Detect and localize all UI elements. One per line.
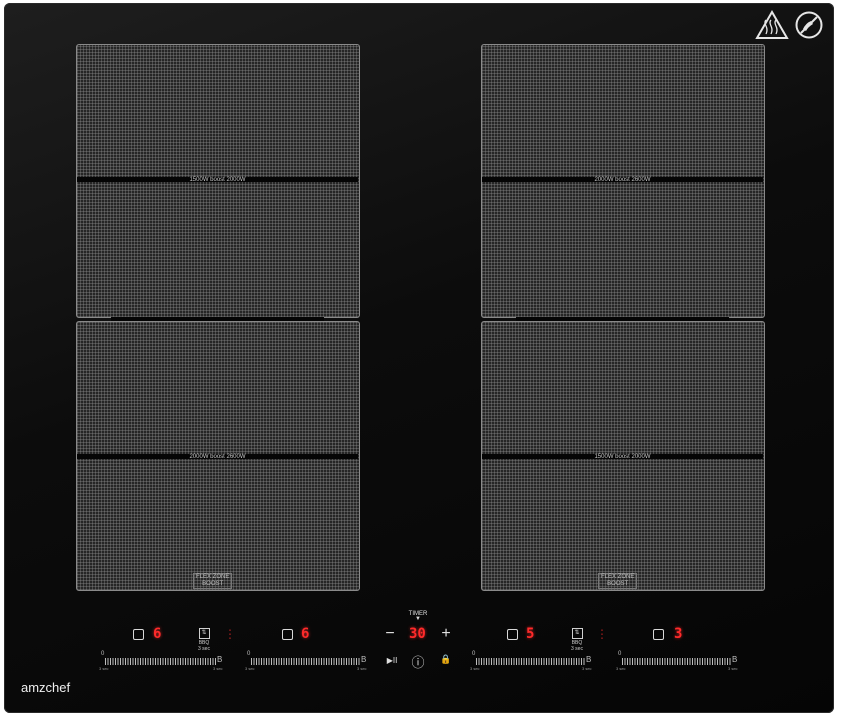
zone-4-power-level: 3 (674, 626, 683, 642)
power-slider-zone-2[interactable] (251, 658, 361, 665)
slider-1-hold-text: 3 sec (99, 666, 109, 671)
slider-2-max-hold-text: 3 sec (357, 666, 367, 671)
zone-power-label: 1500W boost 2000W (189, 177, 246, 183)
bbq-icon: ⇅ (198, 628, 210, 639)
zone-power-label: 2000W boost 2600W (594, 177, 651, 183)
hot-surface-warning-icon (755, 10, 789, 39)
bbq-left-indicator: --- (229, 628, 231, 642)
slider-4-min: 0 (618, 651, 622, 657)
power-slider-zone-3[interactable] (476, 658, 586, 665)
boost-text: BOOST (607, 581, 629, 587)
slider-4-max-hold-text: 3 sec (728, 666, 738, 671)
bbq-right-indicator: --- (601, 628, 603, 642)
zone-4-select-button[interactable] (653, 629, 664, 640)
brand-logo: amzchef (21, 680, 71, 695)
boost-text: BOOST (202, 581, 224, 587)
zone-power-label: 1500W boost 2000W (594, 454, 651, 460)
slider-1-min: 0 (101, 651, 105, 657)
power-slider-zone-1[interactable] (105, 658, 217, 665)
slider-4-max: B (732, 655, 738, 664)
timer-minus-button[interactable]: − (382, 625, 398, 643)
slider-3-max: B (586, 655, 592, 664)
timer-plus-button[interactable]: + (438, 625, 454, 643)
slider-1-max: B (217, 655, 223, 664)
bbq-sub: 3 sec (571, 646, 583, 652)
zone-3-select-button[interactable] (507, 629, 518, 640)
zone-3-power-level: 5 (526, 626, 535, 642)
play-pause-button[interactable]: ▶II (383, 656, 401, 665)
timer-value: 30 (409, 626, 426, 642)
slider-3-max-hold-text: 3 sec (582, 666, 592, 671)
slider-2-max: B (361, 655, 367, 664)
slider-1-max-hold-text: 3 sec (213, 666, 223, 671)
control-panel: 6 ⇅ BBQ 3 sec --- 6 TIMER ▼ − 30 + 5 ⇅ B… (4, 605, 834, 713)
slider-2-hold-text: 3 sec (245, 666, 255, 671)
bbq-icon: ⇅ (571, 628, 583, 639)
zone-1-select-button[interactable] (133, 629, 144, 640)
slider-4-hold-text: 3 sec (616, 666, 626, 671)
flex-zone-badge: FLEX ZONE BOOST (598, 573, 638, 589)
zone-power-label: 2000W boost 2600W (189, 454, 246, 460)
lock-button[interactable]: 🔒 (438, 654, 454, 665)
flex-zone-text: FLEX ZONE (601, 574, 635, 580)
timer-arrow-icon: ▼ (415, 616, 421, 622)
bbq-sub: 3 sec (198, 646, 210, 652)
bbq-button-left[interactable]: ⇅ BBQ 3 sec (196, 628, 212, 652)
flex-zone-badge: FLEX ZONE BOOST (193, 573, 233, 589)
zone-2-select-button[interactable] (282, 629, 293, 640)
bbq-button-right[interactable]: ⇅ BBQ 3 sec (569, 628, 585, 652)
zone-1-power-level: 6 (153, 626, 162, 642)
slider-2-min: 0 (247, 651, 251, 657)
slider-3-min: 0 (472, 651, 476, 657)
slider-3-hold-text: 3 sec (470, 666, 480, 671)
zone-2-power-level: 6 (301, 626, 310, 642)
do-not-touch-icon (795, 11, 823, 39)
flex-zone-text: FLEX ZONE (196, 574, 230, 580)
power-button[interactable]: ⓘ (409, 652, 427, 671)
power-slider-zone-4[interactable] (622, 658, 732, 665)
